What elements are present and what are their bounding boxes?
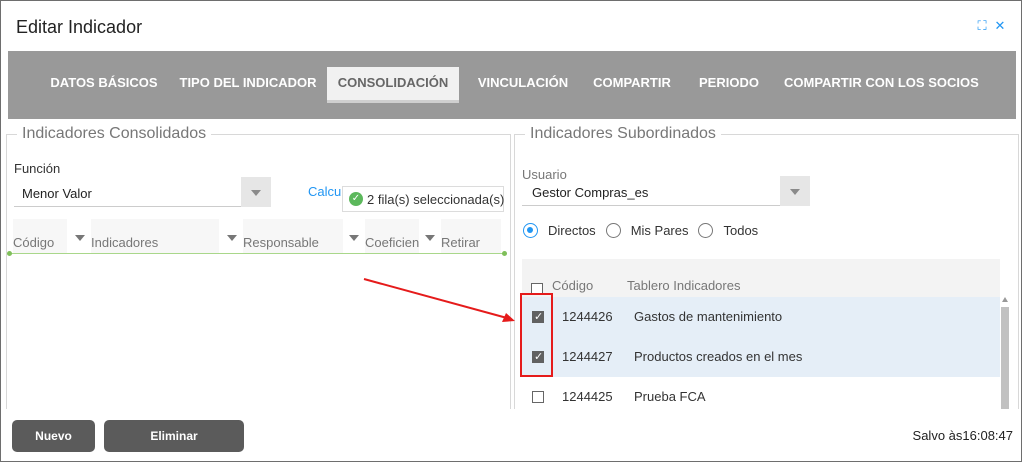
scope-radio-group: Directos Mis Pares Todos bbox=[523, 223, 768, 238]
radio-directos-label: Directos bbox=[548, 223, 596, 238]
sort-arrow-icon[interactable] bbox=[227, 235, 237, 241]
radio-todos[interactable] bbox=[698, 223, 714, 238]
radio-todos-label: Todos bbox=[723, 223, 759, 238]
annotation-arrow-icon bbox=[363, 278, 515, 322]
user-select[interactable]: Gestor Compras_es bbox=[522, 176, 810, 206]
divider-handle bbox=[7, 251, 12, 256]
function-value: Menor Valor bbox=[22, 186, 92, 201]
radio-directos[interactable] bbox=[523, 223, 538, 238]
selection-toast: ✓ 2 fila(s) seleccionada(s) bbox=[342, 186, 504, 212]
row-code: 1244427 bbox=[562, 349, 613, 364]
sort-arrow-icon[interactable] bbox=[349, 235, 359, 241]
column-header-responsible[interactable]: Responsable bbox=[243, 219, 343, 253]
edit-indicator-dialog: Editar Indicador ⛶ ✕ DATOS BÁSICOS TIPO … bbox=[0, 0, 1022, 462]
close-icon[interactable]: ✕ bbox=[993, 19, 1007, 33]
radio-mis-pares[interactable] bbox=[605, 223, 621, 238]
expand-icon[interactable]: ⛶ bbox=[975, 19, 989, 33]
subordinate-grid-header: Código Tablero Indicadores bbox=[522, 259, 1000, 297]
dialog-title: Editar Indicador bbox=[16, 17, 143, 37]
tab-compartir-con-los-socios[interactable]: COMPARTIR CON LOS SOCIOS bbox=[784, 67, 979, 103]
title-bar: Editar Indicador ⛶ ✕ bbox=[1, 1, 1021, 51]
highlight-box bbox=[520, 293, 553, 377]
column-header-code[interactable]: Código bbox=[13, 219, 67, 253]
tab-datos-basicos[interactable]: DATOS BÁSICOS bbox=[42, 67, 166, 103]
column-header-code[interactable]: Código bbox=[552, 278, 593, 293]
row-code: 1244425 bbox=[562, 389, 613, 404]
row-name: Productos creados en el mes bbox=[634, 349, 803, 364]
tab-vinculacion[interactable]: VINCULACIÓN bbox=[470, 67, 576, 103]
sort-arrow-icon[interactable] bbox=[75, 235, 85, 241]
window-controls: ⛶ ✕ bbox=[975, 19, 1007, 33]
row-checkbox[interactable] bbox=[532, 391, 544, 403]
delete-button[interactable]: Eliminar bbox=[104, 420, 244, 452]
row-name: Prueba FCA bbox=[634, 389, 706, 404]
table-row[interactable]: 1244427 Productos creados en el mes bbox=[522, 337, 1000, 377]
table-row[interactable]: 1244426 Gastos de mantenimiento bbox=[522, 297, 1000, 337]
scroll-up-icon[interactable] bbox=[1002, 297, 1008, 302]
scrollbar-thumb[interactable] bbox=[1001, 307, 1009, 410]
column-header-indicators[interactable]: Indicadores bbox=[91, 219, 219, 253]
consolidated-indicators-legend: Indicadores Consolidados bbox=[17, 125, 212, 143]
subordinate-indicators-panel: Indicadores Subordinados Usuario Gestor … bbox=[514, 125, 1019, 410]
selection-toast-text: 2 fila(s) seleccionada(s) bbox=[367, 192, 505, 207]
tab-bar: DATOS BÁSICOS TIPO DEL INDICADOR CONSOLI… bbox=[8, 51, 1016, 119]
grid-divider bbox=[8, 253, 507, 254]
chevron-down-icon[interactable] bbox=[241, 177, 271, 207]
chevron-down-icon[interactable] bbox=[780, 176, 810, 206]
consolidated-indicators-panel: Indicadores Consolidados Función Menor V… bbox=[6, 125, 511, 409]
tab-periodo[interactable]: PERIODO bbox=[696, 67, 762, 103]
column-header-dashboard-indicators[interactable]: Tablero Indicadores bbox=[627, 278, 740, 293]
user-value: Gestor Compras_es bbox=[532, 185, 649, 200]
grid-scrollbar[interactable] bbox=[1000, 297, 1010, 410]
column-header-coefficient[interactable]: Coeficien bbox=[365, 219, 419, 253]
new-button[interactable]: Nuevo bbox=[12, 420, 95, 452]
dialog-footer: Nuevo Eliminar Salvo às16:08:47 bbox=[1, 409, 1021, 461]
function-label: Función bbox=[14, 161, 61, 176]
tab-tipo-del-indicador[interactable]: TIPO DEL INDICADOR bbox=[176, 67, 320, 103]
radio-mis-pares-label: Mis Pares bbox=[630, 223, 689, 238]
check-circle-icon: ✓ bbox=[349, 192, 363, 206]
tab-compartir[interactable]: COMPARTIR bbox=[590, 67, 674, 103]
tab-consolidacion[interactable]: CONSOLIDACIÓN bbox=[327, 67, 459, 103]
sort-arrow-icon[interactable] bbox=[425, 235, 435, 241]
divider-handle bbox=[502, 251, 507, 256]
row-name: Gastos de mantenimiento bbox=[634, 309, 783, 324]
function-select[interactable]: Menor Valor bbox=[14, 177, 271, 207]
column-header-remove[interactable]: Retirar bbox=[441, 219, 501, 253]
row-code: 1244426 bbox=[562, 309, 613, 324]
subordinate-indicators-legend: Indicadores Subordinados bbox=[525, 125, 721, 143]
saved-status: Salvo às16:08:47 bbox=[912, 428, 1013, 443]
